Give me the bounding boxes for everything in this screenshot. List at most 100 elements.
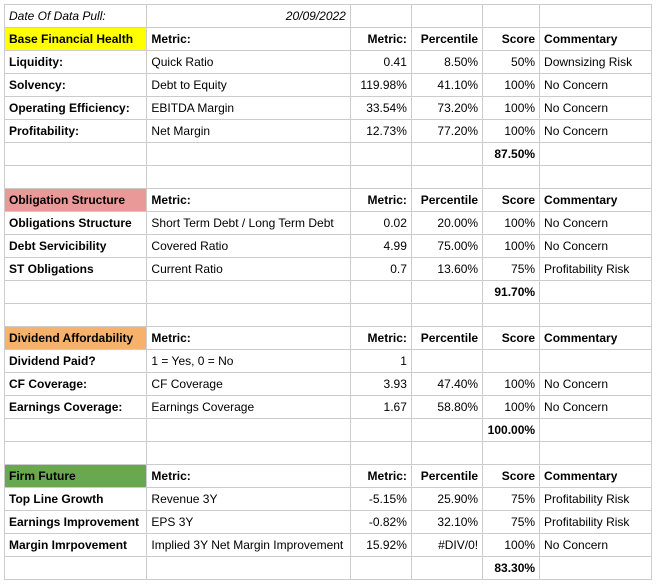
empty-cell	[5, 442, 147, 465]
row-metric: Net Margin	[147, 120, 350, 143]
row-commentary: Profitability Risk	[540, 511, 652, 534]
row-commentary: No Concern	[540, 235, 652, 258]
row-category: Debt Servicibility	[5, 235, 147, 258]
row-score: 100%	[483, 212, 540, 235]
empty-cell	[147, 304, 350, 327]
row-metric: Revenue 3Y	[147, 488, 350, 511]
empty-cell	[483, 442, 540, 465]
row-commentary: No Concern	[540, 373, 652, 396]
row-percentile	[411, 350, 482, 373]
row-score: 100%	[483, 120, 540, 143]
row-category: Top Line Growth	[5, 488, 147, 511]
column-header-percentile: Percentile	[411, 465, 482, 488]
empty-cell	[411, 557, 482, 580]
empty-cell	[350, 5, 411, 28]
empty-cell	[540, 5, 652, 28]
empty-cell	[540, 143, 652, 166]
row-commentary: No Concern	[540, 120, 652, 143]
column-header-metric-label: Metric:	[147, 465, 350, 488]
empty-cell	[5, 166, 147, 189]
column-header-metric-label: Metric:	[147, 327, 350, 350]
empty-cell	[411, 419, 482, 442]
column-header-metric-label: Metric:	[147, 189, 350, 212]
empty-cell	[5, 281, 147, 304]
empty-cell	[540, 442, 652, 465]
empty-cell	[350, 304, 411, 327]
row-percentile: 41.10%	[411, 74, 482, 97]
row-score: 75%	[483, 511, 540, 534]
empty-cell	[411, 5, 482, 28]
row-commentary: No Concern	[540, 212, 652, 235]
row-category: Solvency:	[5, 74, 147, 97]
row-category: Margin Imrpovement	[5, 534, 147, 557]
row-score: 100%	[483, 235, 540, 258]
empty-cell	[147, 143, 350, 166]
row-commentary: No Concern	[540, 534, 652, 557]
row-metric: Short Term Debt / Long Term Debt	[147, 212, 350, 235]
row-category: ST Obligations	[5, 258, 147, 281]
row-percentile: 20.00%	[411, 212, 482, 235]
row-metric: Covered Ratio	[147, 235, 350, 258]
row-value: 0.41	[350, 51, 411, 74]
empty-cell	[411, 143, 482, 166]
column-header-commentary: Commentary	[540, 327, 652, 350]
row-commentary: No Concern	[540, 74, 652, 97]
column-header-score: Score	[483, 189, 540, 212]
row-category: Obligations Structure	[5, 212, 147, 235]
row-score	[483, 350, 540, 373]
row-percentile: 47.40%	[411, 373, 482, 396]
row-metric: Quick Ratio	[147, 51, 350, 74]
column-header-metric: Metric:	[350, 189, 411, 212]
row-score: 100%	[483, 534, 540, 557]
section-total: 91.70%	[483, 281, 540, 304]
row-percentile: 73.20%	[411, 97, 482, 120]
row-category: Operating Efficiency:	[5, 97, 147, 120]
row-commentary: Downsizing Risk	[540, 51, 652, 74]
empty-cell	[483, 304, 540, 327]
row-metric: EPS 3Y	[147, 511, 350, 534]
row-percentile: 32.10%	[411, 511, 482, 534]
row-score: 100%	[483, 373, 540, 396]
date-pull-value: 20/09/2022	[147, 5, 350, 28]
column-header-metric-label: Metric:	[147, 28, 350, 51]
empty-cell	[350, 557, 411, 580]
column-header-percentile: Percentile	[411, 327, 482, 350]
row-metric: CF Coverage	[147, 373, 350, 396]
row-value: 4.99	[350, 235, 411, 258]
row-score: 75%	[483, 258, 540, 281]
row-category: Earnings Improvement	[5, 511, 147, 534]
row-value: -0.82%	[350, 511, 411, 534]
empty-cell	[540, 557, 652, 580]
row-commentary: Profitability Risk	[540, 488, 652, 511]
column-header-score: Score	[483, 327, 540, 350]
row-percentile: 75.00%	[411, 235, 482, 258]
row-metric: Debt to Equity	[147, 74, 350, 97]
row-metric: 1 = Yes, 0 = No	[147, 350, 350, 373]
empty-cell	[411, 166, 482, 189]
empty-cell	[540, 166, 652, 189]
row-percentile: 13.60%	[411, 258, 482, 281]
row-metric: Implied 3Y Net Margin Improvement	[147, 534, 350, 557]
column-header-metric: Metric:	[350, 465, 411, 488]
column-header-commentary: Commentary	[540, 28, 652, 51]
column-header-percentile: Percentile	[411, 28, 482, 51]
row-category: Earnings Coverage:	[5, 396, 147, 419]
empty-cell	[411, 304, 482, 327]
column-header-score: Score	[483, 28, 540, 51]
empty-cell	[350, 143, 411, 166]
row-value: 1.67	[350, 396, 411, 419]
financial-report-table: Date Of Data Pull:20/09/2022Base Financi…	[4, 4, 652, 580]
column-header-score: Score	[483, 465, 540, 488]
empty-cell	[5, 143, 147, 166]
empty-cell	[540, 281, 652, 304]
section-title: Base Financial Health	[5, 28, 147, 51]
section-title: Firm Future	[5, 465, 147, 488]
row-value: 119.98%	[350, 74, 411, 97]
row-category: CF Coverage:	[5, 373, 147, 396]
date-pull-label: Date Of Data Pull:	[5, 5, 147, 28]
empty-cell	[350, 281, 411, 304]
section-total: 100.00%	[483, 419, 540, 442]
row-value: 1	[350, 350, 411, 373]
row-metric: Earnings Coverage	[147, 396, 350, 419]
row-metric: Current Ratio	[147, 258, 350, 281]
